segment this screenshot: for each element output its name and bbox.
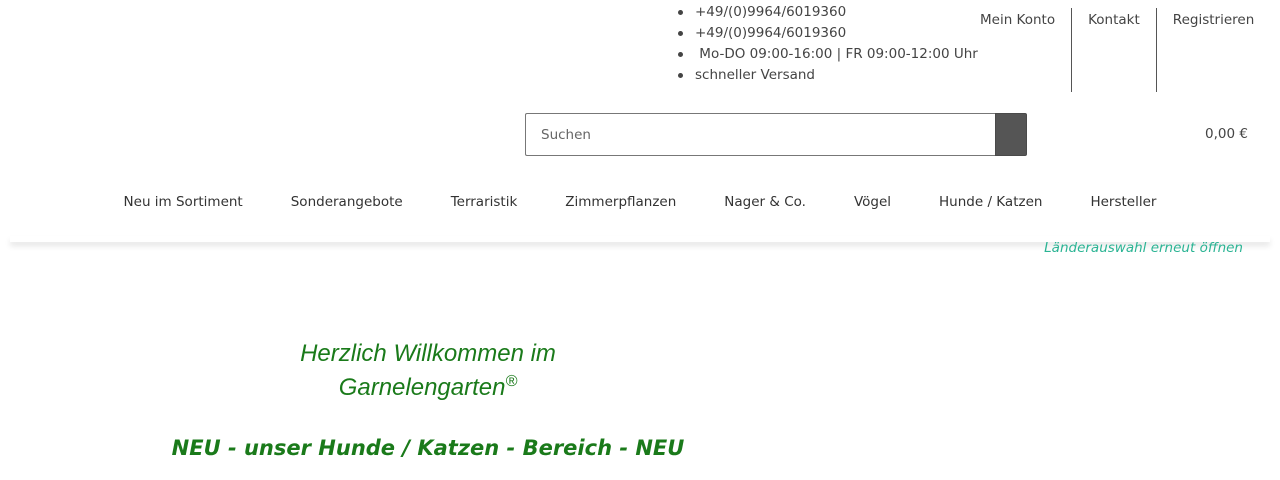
welcome-line-2: Garnelengarten® [208,368,648,402]
phone-number: +49/(0)9964/6019360 [675,23,978,44]
search-input[interactable] [525,113,995,156]
account-links: Mein Konto Kontakt Registrieren [964,8,1270,92]
contact-link[interactable]: Kontakt [1071,8,1156,92]
shop-name: Garnelengarten [338,374,506,401]
nav-item-terraristics[interactable]: Terraristik [427,186,542,238]
registered-mark: ® [505,373,518,390]
register-link[interactable]: Registrieren [1155,8,1270,92]
cart-total[interactable]: 0,00 € [1205,126,1248,142]
my-account-link[interactable]: Mein Konto [964,8,1071,92]
welcome-line-1: Herzlich Willkommen im [300,340,556,367]
opening-hours: Mo-DO 09:00-16:00 | FR 09:00-12:00 Uhr [675,44,978,65]
nav-item-new-products[interactable]: Neu im Sortiment [100,186,267,238]
search-button[interactable] [995,113,1027,156]
welcome-heading: Herzlich Willkommen im Garnelengarten® [208,340,648,402]
shipping-note: schneller Versand [675,65,978,86]
country-selection-link[interactable]: Länderauswahl erneut öffnen [1044,240,1243,256]
nav-item-birds[interactable]: Vögel [830,186,915,238]
nav-item-dogs-cats[interactable]: Hunde / Katzen [915,186,1066,238]
new-section-banner: NEU - unser Hunde / Katzen - Bereich - N… [171,436,685,460]
contact-info-list: +49/(0)9964/6019360 +49/(0)9964/6019360 … [675,2,978,86]
nav-item-special-offers[interactable]: Sonderangebote [267,186,427,238]
nav-item-houseplants[interactable]: Zimmerpflanzen [541,186,700,238]
search-bar [525,113,1027,156]
phone-number: +49/(0)9964/6019360 [675,2,978,23]
nav-item-rodents[interactable]: Nager & Co. [700,186,830,238]
category-nav: Neu im Sortiment Sonderangebote Terraris… [0,186,1280,238]
nav-item-manufacturers[interactable]: Hersteller [1066,186,1180,238]
